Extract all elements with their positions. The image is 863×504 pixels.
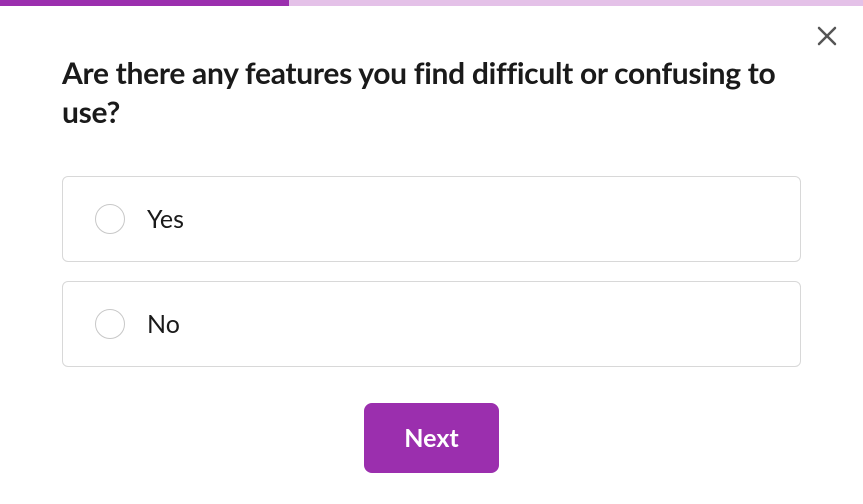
progress-bar-fill: [0, 0, 289, 6]
options-container: Yes No: [62, 176, 801, 367]
option-no[interactable]: No: [62, 281, 801, 367]
option-label: No: [147, 309, 180, 339]
button-container: Next: [62, 403, 801, 473]
close-button[interactable]: [813, 22, 841, 50]
radio-icon: [95, 204, 125, 234]
option-label: Yes: [147, 204, 184, 234]
survey-modal: Are there any features you find difficul…: [0, 0, 863, 504]
survey-content: Are there any features you find difficul…: [0, 6, 863, 473]
radio-icon: [95, 309, 125, 339]
close-icon: [815, 24, 839, 48]
option-yes[interactable]: Yes: [62, 176, 801, 262]
next-button[interactable]: Next: [364, 403, 498, 473]
question-title: Are there any features you find difficul…: [62, 54, 801, 132]
